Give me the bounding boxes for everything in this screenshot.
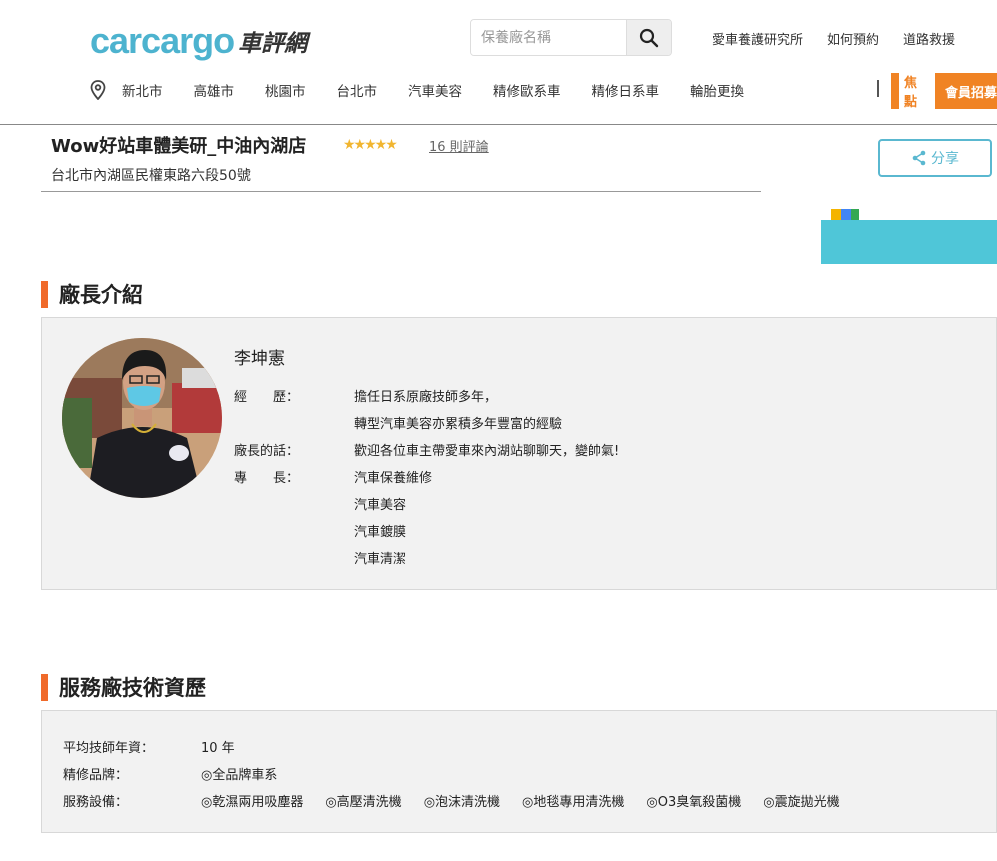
experience-line: 擔任日系原廠技師多年， — [354, 390, 498, 405]
manager-quote: 歡迎各位車主帶愛車來內湖站聊聊天，變帥氣! — [354, 444, 620, 459]
rating-stars: ★★★★★ — [343, 137, 398, 153]
top-link-how-to-book[interactable]: 如何預約 — [827, 29, 879, 48]
ad-logo-part — [841, 209, 851, 220]
quote-row: 廠長的話： — [234, 440, 354, 459]
experience-label: 經 歷： — [234, 390, 300, 405]
section-accent-bar — [41, 280, 48, 308]
site-logo[interactable]: carcargo 車評網 — [90, 22, 307, 60]
experience-line: 轉型汽車美容亦累積多年豐富的經驗 — [354, 417, 563, 432]
specialty-row: 專 長： — [234, 467, 354, 486]
search-icon — [639, 28, 659, 47]
nav-item-tire-change[interactable]: 輪胎更換 — [690, 80, 744, 100]
tech-section-title: 服務廠技術資歷 — [41, 672, 206, 702]
avg-years-label: 平均技師年資： — [63, 741, 155, 756]
ad-logo-part — [851, 209, 859, 220]
ad-logo-part — [831, 209, 841, 220]
equipment-list: ◎乾濕兩用吸塵器 ◎高壓清洗機 ◎泡沫清洗機 ◎地毯專用清洗機 ◎O3臭氧殺菌機… — [201, 791, 862, 810]
nav-item-taoyuan[interactable]: 桃園市 — [265, 80, 306, 100]
search-input[interactable] — [471, 20, 626, 55]
section-heading: 廠長介紹 — [59, 283, 143, 307]
nav-item-car-beauty[interactable]: 汽車美容 — [408, 80, 462, 100]
equipment-item: ◎O3臭氧殺菌機 — [646, 795, 742, 810]
brands-row: 精修品牌： ◎全品牌車系 — [63, 764, 277, 783]
review-count-link[interactable]: 16 則評論 — [429, 136, 489, 155]
specialty-item: 汽車清潔 — [354, 552, 407, 567]
avg-years-row: 平均技師年資： 10 年 — [63, 737, 235, 756]
manager-section-title: 廠長介紹 — [41, 279, 143, 309]
specialty-item: 汽車美容 — [354, 498, 407, 513]
nav-divider — [877, 80, 879, 97]
quote-label: 廠長的話： — [234, 444, 300, 459]
main-nav: 新北市 高雄市 桃園市 台北市 汽車美容 精修歐系車 精修日系車 輪胎更換 — [90, 80, 775, 100]
section-accent-bar — [41, 673, 48, 701]
logo-zh-text: 車評網 — [238, 31, 308, 57]
top-links: 愛車養護研究所 如何預約 道路救援 — [712, 29, 979, 48]
shop-divider — [41, 191, 761, 192]
top-link-road-rescue[interactable]: 道路救援 — [903, 29, 955, 48]
tech-panel: 平均技師年資： 10 年 精修品牌： ◎全品牌車系 服務設備： ◎乾濕兩用吸塵器… — [41, 710, 997, 833]
location-pin-icon[interactable] — [90, 80, 106, 100]
shop-address: 台北市內湖區民權東路六段50號 — [51, 168, 251, 184]
nav-item-taipei[interactable]: 台北市 — [337, 80, 378, 100]
top-link-care-institute[interactable]: 愛車養護研究所 — [712, 29, 803, 48]
nav-item-new-taipei[interactable]: 新北市 — [122, 80, 163, 100]
equipment-item: ◎乾濕兩用吸塵器 — [201, 795, 304, 810]
shop-name: Wow好站車體美研_中油內湖店 — [51, 136, 307, 157]
manager-avatar — [62, 338, 222, 498]
brands-value: ◎全品牌車系 — [201, 768, 278, 783]
manager-panel: 李坤憲 經 歷： 擔任日系原廠技師多年， 轉型汽車美容亦累積多年豐富的經驗 廠長… — [41, 317, 997, 590]
promo-banner[interactable]: 焦點 會員招募 — [891, 73, 997, 109]
experience-row: 經 歷： — [234, 386, 354, 405]
equipment-item: ◎地毯專用清洗機 — [522, 795, 625, 810]
equipment-row: 服務設備： ◎乾濕兩用吸塵器 ◎高壓清洗機 ◎泡沫清洗機 ◎地毯專用清洗機 ◎O… — [63, 791, 862, 810]
specialty-label: 專 長： — [234, 471, 300, 486]
ad-image — [821, 220, 997, 264]
header-divider — [0, 124, 997, 125]
share-icon — [912, 150, 926, 166]
manager-name: 李坤憲 — [234, 349, 285, 369]
section-heading: 服務廠技術資歷 — [59, 676, 206, 700]
share-button[interactable]: 分享 — [878, 139, 992, 177]
ad-banner[interactable] — [821, 205, 997, 264]
search-box — [470, 19, 672, 56]
nav-item-japanese-cars[interactable]: 精修日系車 — [592, 80, 660, 100]
brands-label: 精修品牌： — [63, 768, 129, 783]
nav-item-kaohsiung[interactable]: 高雄市 — [194, 80, 235, 100]
specialty-item: 汽車保養維修 — [354, 471, 433, 486]
equipment-item: ◎震旋拋光機 — [763, 795, 840, 810]
equipment-item: ◎高壓清洗機 — [325, 795, 402, 810]
equipment-item: ◎泡沫清洗機 — [423, 795, 501, 810]
equipment-label: 服務設備： — [63, 795, 129, 810]
share-label: 分享 — [931, 151, 959, 167]
avg-years-value: 10 年 — [201, 741, 235, 756]
promo-tag: 焦點 — [899, 73, 935, 109]
search-button[interactable] — [626, 20, 671, 55]
nav-item-european-cars[interactable]: 精修歐系車 — [493, 80, 561, 100]
logo-text: carcargo — [90, 20, 235, 61]
specialty-item: 汽車鍍膜 — [354, 525, 407, 540]
promo-text: 會員招募 — [944, 85, 997, 101]
